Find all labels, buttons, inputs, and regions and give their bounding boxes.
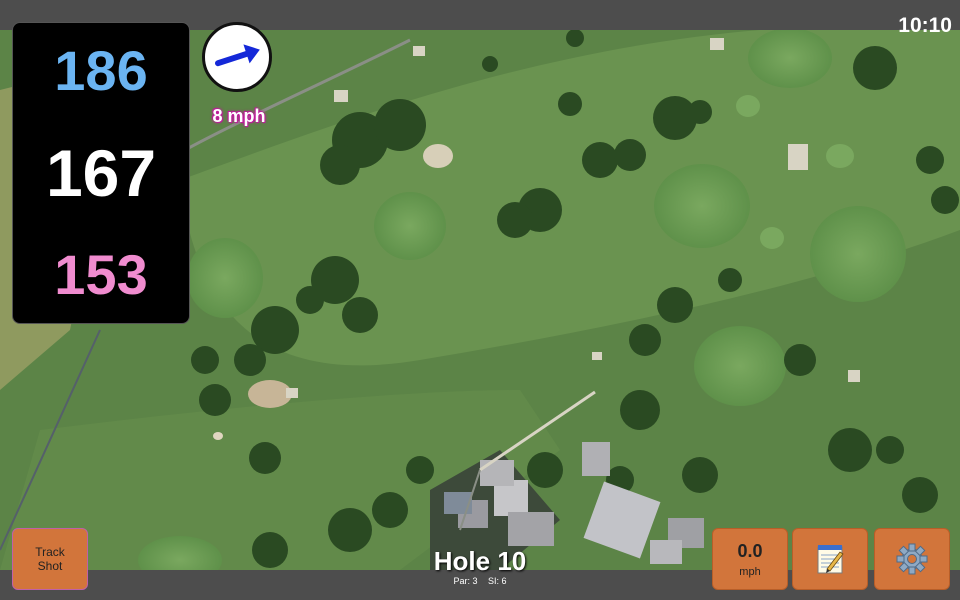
hole-details: Par: 3 SI: 6 [380, 576, 580, 586]
settings-button[interactable] [874, 528, 950, 590]
wind-direction-indicator [202, 22, 272, 92]
front-distance: 153 [54, 242, 148, 306]
hole-par: Par: 3 [453, 576, 478, 586]
wind-value: 0.0 [737, 540, 763, 561]
hole-title: Hole 10 [433, 546, 527, 576]
wind-button[interactable]: 0.0 mph [712, 528, 788, 590]
hole-stroke-index: SI: 6 [488, 576, 507, 586]
track-shot-button[interactable]: Track Shot [12, 528, 88, 590]
notepad-icon [817, 545, 844, 574]
arrow-east-icon [214, 44, 260, 67]
gear-icon [896, 543, 928, 575]
distance-panel: 186 167 153 [12, 22, 190, 324]
hole-info: Hole 10 Par: 3 SI: 6 [380, 548, 580, 586]
notes-button[interactable] [792, 528, 868, 590]
back-distance: 186 [54, 39, 148, 103]
wind-speed-label: 8 mph [212, 106, 266, 126]
middle-distance: 167 [45, 135, 157, 210]
clock: 10:10 [898, 14, 952, 37]
track-shot-label-line1: Track [35, 545, 65, 559]
wind-unit: mph [739, 565, 761, 578]
track-shot-label-line2: Shot [37, 559, 63, 573]
